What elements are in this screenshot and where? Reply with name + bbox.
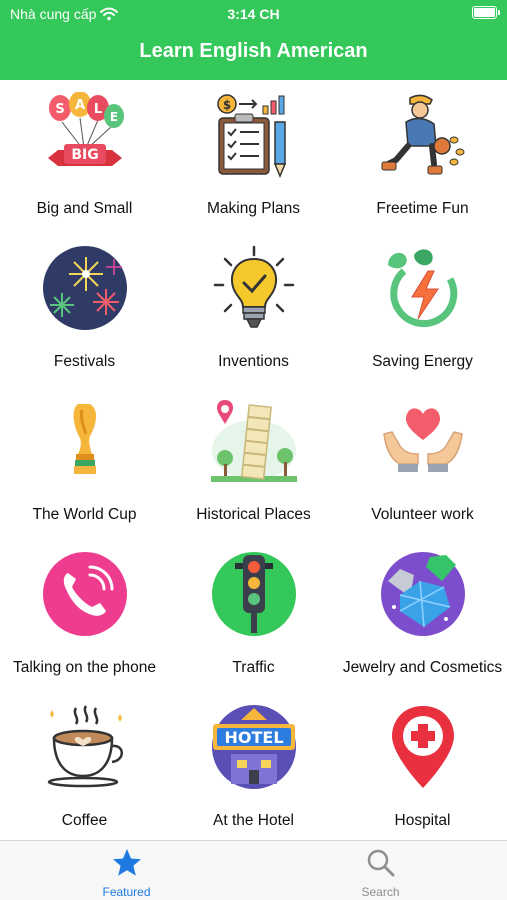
page-title: Learn English American [139, 40, 368, 62]
tab-bar: Featured Search [0, 840, 507, 900]
topic-label: The World Cup [32, 505, 137, 523]
eco-energy-icon [388, 249, 458, 328]
svg-text:$: $ [223, 98, 231, 112]
gems-icon [381, 552, 465, 636]
topic-label: Talking on the phone [12, 658, 157, 676]
topic-label: Jewelry and Cosmetics [342, 658, 503, 676]
hotel-sign-icon: HOTEL [212, 705, 296, 789]
hospital-pin-icon [392, 706, 454, 788]
topic-label: Coffee [61, 811, 108, 829]
tab-search-label: Search [361, 885, 400, 899]
topic-tile-freetime-fun[interactable]: Freetime Fun [338, 80, 507, 233]
app-header: Nhà cung cấp 3:14 CH Learn English Ameri… [0, 0, 507, 80]
topic-tile-inventions[interactable]: Inventions [169, 233, 338, 386]
hands-heart-icon [383, 408, 463, 472]
svg-text:HOTEL: HOTEL [224, 728, 283, 747]
topic-tile-hospital[interactable]: Hospital [338, 692, 507, 840]
tab-featured-label: Featured [102, 885, 151, 899]
topic-tile-traffic[interactable]: Traffic [169, 539, 338, 692]
topic-label: Making Plans [206, 199, 301, 217]
topic-label: Inventions [218, 352, 289, 370]
checklist-plan-icon: $ [217, 94, 287, 178]
topic-grid: S A L E BIG Big and Small $ Making Plans… [0, 80, 507, 840]
tab-search[interactable]: Search [254, 841, 507, 900]
topic-label: Big and Small [36, 199, 133, 217]
topic-tile-talking-on-the-phone[interactable]: Talking on the phone [0, 539, 169, 692]
topic-tile-the-world-cup[interactable]: The World Cup [0, 386, 169, 539]
sale-balloons-icon: S A L E BIG [48, 92, 124, 166]
topic-label: Saving Energy [372, 352, 473, 370]
topic-label: Volunteer work [371, 505, 474, 523]
trophy-icon [73, 404, 97, 474]
topic-tile-saving-energy[interactable]: Saving Energy [338, 233, 507, 386]
leaning-tower-icon [211, 400, 297, 482]
topic-tile-festivals[interactable]: Festivals [0, 233, 169, 386]
topic-tile-making-plans[interactable]: $ Making Plans [169, 80, 338, 233]
svg-text:BIG: BIG [71, 147, 98, 163]
topic-label: Historical Places [196, 505, 311, 523]
battery-icon [472, 6, 500, 19]
svg-text:A: A [75, 98, 85, 113]
topic-tile-jewelry-and-cosmetics[interactable]: Jewelry and Cosmetics [338, 539, 507, 692]
status-time: 3:14 CH [227, 6, 280, 22]
topic-tile-big-and-small[interactable]: S A L E BIG Big and Small [0, 80, 169, 233]
topic-label: Hospital [394, 811, 451, 829]
topic-tile-at-the-hotel[interactable]: HOTEL At the Hotel [169, 692, 338, 840]
topic-label: Festivals [53, 352, 116, 370]
search-icon [367, 849, 395, 877]
tab-featured[interactable]: Featured [0, 841, 253, 900]
svg-text:E: E [110, 110, 118, 124]
topic-tile-coffee[interactable]: Coffee [0, 692, 169, 840]
traffic-light-icon [212, 552, 296, 636]
svg-text:L: L [94, 102, 102, 117]
topic-label: Traffic [232, 658, 275, 676]
coffee-cup-icon [47, 705, 123, 788]
star-icon [113, 849, 141, 876]
topic-label: At the Hotel [213, 811, 294, 829]
topic-tile-historical-places[interactable]: Historical Places [169, 386, 338, 539]
lightbulb-icon [213, 245, 295, 328]
fireworks-icon [43, 246, 127, 330]
topic-label: Freetime Fun [376, 199, 469, 217]
svg-text:S: S [55, 102, 64, 117]
phone-call-icon [43, 552, 127, 636]
status-bar: Nhà cung cấp 3:14 CH [0, 0, 507, 28]
topic-tile-volunteer-work[interactable]: Volunteer work [338, 386, 507, 539]
basketball-player-icon [381, 94, 465, 175]
